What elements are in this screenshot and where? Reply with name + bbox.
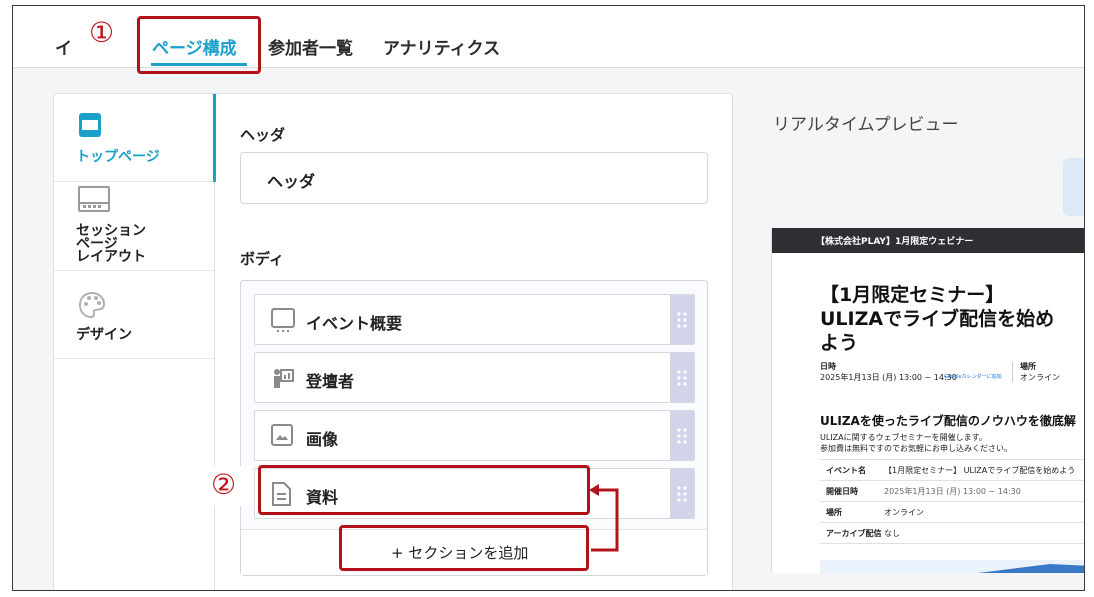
preview-table-key: 開催日時	[826, 487, 858, 496]
tab-event[interactable]: イ	[55, 34, 72, 59]
preview-table-value: なし	[884, 529, 900, 538]
body-row-speakers[interactable]: 登壇者	[254, 352, 695, 403]
side-nav-session-layout[interactable]: セッション ページ レイアウト	[54, 182, 214, 271]
preview-date-label: 日時	[820, 362, 836, 371]
drag-handle[interactable]	[670, 411, 694, 460]
realtime-preview: 【株式会社PLAY】1月限定ウェビナー 【1月限定セミナー】 ULIZAでライブ…	[771, 228, 1084, 573]
preview-sub-heading: ULIZAを使ったライブ配信のノウハウを徹底解	[820, 414, 1076, 428]
body-row-event-overview[interactable]: イベント概要	[254, 294, 695, 345]
drag-handle[interactable]	[670, 469, 694, 518]
preview-heading-line: ULIZAでライブ配信を始め	[820, 308, 1055, 330]
app-frame: イ ① ページ構成 参加者一覧 アナリティクス トップページ セッション ページ…	[12, 5, 1085, 591]
tab-analytics[interactable]: アナリティクス	[383, 34, 500, 59]
page-editor-panel: トップページ セッション ページ レイアウト デザイン ヘッダ ヘッダ ボディ …	[53, 93, 733, 590]
side-nav-top-page[interactable]: トップページ	[54, 94, 214, 182]
body-section-heading: ボディ	[240, 250, 284, 268]
preview-table-line	[820, 501, 1084, 502]
preview-table-value: 2025年1月13日 (月) 13:00 ~ 14:30	[884, 487, 1021, 496]
annotation-box-add-section	[339, 525, 589, 571]
side-nav-label: デザイン	[76, 327, 132, 343]
header-section-heading: ヘッダ	[240, 126, 286, 144]
preview-side-button[interactable]	[1063, 158, 1084, 216]
row-label: 画像	[306, 430, 339, 449]
palette-icon	[78, 291, 106, 319]
body-row-image[interactable]: 画像	[254, 410, 695, 461]
speaker-icon	[274, 369, 294, 388]
preview-table-value: オンライン	[884, 508, 924, 517]
preview-title: リアルタイムプレビュー	[773, 115, 959, 135]
layout-icon	[78, 186, 110, 212]
drag-handle[interactable]	[670, 353, 694, 402]
header-section-label: ヘッダ	[267, 172, 316, 191]
preview-heading-line: 【1月限定セミナー】	[820, 284, 1005, 306]
preview-table-line	[820, 480, 1084, 481]
preview-divider	[1012, 362, 1013, 382]
drag-handle[interactable]	[670, 295, 694, 344]
preview-desc-line: 参加費は無料ですのでお気軽にお申し込みください。	[820, 444, 1012, 453]
callout-number-two: ②	[211, 468, 237, 501]
image-icon	[271, 424, 293, 446]
side-nav: トップページ セッション ページ レイアウト デザイン	[54, 94, 216, 590]
preview-heading: 【1月限定セミナー】 ULIZAでライブ配信を始め よう	[820, 283, 1084, 355]
preview-table-line	[820, 522, 1084, 523]
preview-table-key: イベント名	[826, 466, 866, 475]
row-label: 登壇者	[306, 372, 355, 391]
preview-table-line	[820, 543, 1084, 544]
annotation-box-documents	[258, 465, 590, 515]
preview-banner-image	[820, 560, 1084, 573]
row-label: イベント概要	[306, 314, 403, 333]
preview-calendar-link[interactable]: Googleカレンダーに追加	[944, 373, 1002, 380]
preview-table-line	[820, 459, 1084, 460]
side-nav-design[interactable]: デザイン	[54, 271, 214, 359]
side-nav-label-line3: レイアウト	[76, 249, 146, 265]
preview-place-value: オンライン	[1020, 373, 1060, 382]
preview-place-label: 場所	[1020, 362, 1036, 371]
preview-date-value: 2025年1月13日 (月) 13:00 ~ 14:30	[820, 373, 957, 382]
side-nav-label: トップページ	[76, 149, 160, 165]
callout-number-one: ①	[89, 16, 115, 49]
preview-heading-line: よう	[820, 332, 859, 354]
header-section-item[interactable]: ヘッダ	[240, 152, 708, 204]
annotation-arrow	[589, 484, 619, 552]
preview-table-key: アーカイブ配信	[826, 529, 882, 538]
preview-desc-line: ULIZAに関するウェブセミナーを開催します。	[820, 433, 987, 442]
preview-table-key: 場所	[826, 508, 842, 517]
event-overview-icon	[271, 308, 295, 332]
preview-top-bar: 【株式会社PLAY】1月限定ウェビナー	[772, 228, 1084, 253]
preview-table-value: 【1月限定セミナー】 ULIZAでライブ配信を始めよう	[884, 466, 1076, 475]
side-nav-active-indicator	[213, 94, 216, 182]
tab-participants[interactable]: 参加者一覧	[268, 34, 353, 59]
page-icon	[79, 113, 101, 137]
preview-top-bar-text: 【株式会社PLAY】1月限定ウェビナー	[816, 237, 974, 247]
annotation-box-tab	[137, 16, 261, 74]
